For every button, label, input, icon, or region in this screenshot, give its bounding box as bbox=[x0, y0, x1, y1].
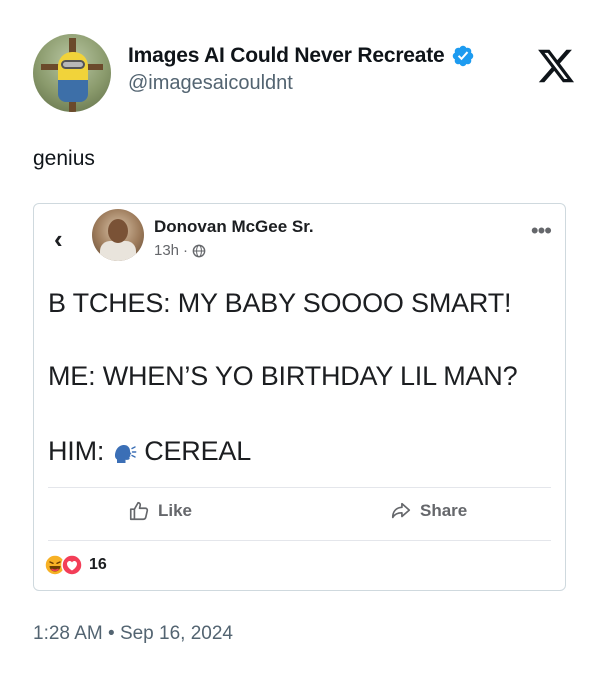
profile-avatar[interactable] bbox=[33, 34, 111, 112]
author-info: Images AI Could Never Recreate @imagesai… bbox=[128, 42, 475, 95]
verified-badge-icon bbox=[452, 45, 473, 67]
share-button[interactable]: Share bbox=[390, 500, 467, 522]
tweet-time: 1:28 AM bbox=[33, 623, 103, 644]
post-time[interactable]: 13h bbox=[154, 242, 179, 259]
post-line: B TCHES: MY BABY SOOOO SMART! bbox=[48, 288, 512, 318]
author-display-name[interactable]: Images AI Could Never Recreate bbox=[128, 44, 445, 68]
reaction-count: 16 bbox=[89, 556, 107, 573]
timestamp-separator: • bbox=[108, 623, 115, 644]
tweet-date: Sep 16, 2024 bbox=[119, 623, 233, 644]
x-logo-icon[interactable] bbox=[534, 46, 578, 86]
post-line-suffix: CEREAL bbox=[144, 436, 252, 466]
tweet-timestamp[interactable]: 1:28 AM • Sep 16, 2024 bbox=[33, 623, 233, 645]
meta-separator: · bbox=[183, 242, 189, 259]
thumbs-up-icon bbox=[129, 501, 149, 521]
globe-icon bbox=[192, 244, 206, 257]
share-label: Share bbox=[420, 501, 468, 520]
post-line: ME: WHEN’S YO BIRTHDAY LIL MAN? bbox=[48, 361, 518, 391]
post-line-last: HIM: CEREAL bbox=[48, 436, 251, 467]
divider bbox=[48, 540, 551, 541]
post-author-name[interactable]: Donovan McGee Sr. bbox=[154, 217, 314, 237]
author-handle[interactable]: @imagesaicouldnt bbox=[128, 72, 475, 95]
divider bbox=[48, 487, 551, 488]
embedded-facebook-post: ‹ Donovan McGee Sr. 13h · ••• B TCHES: M… bbox=[33, 203, 566, 591]
love-icon bbox=[61, 554, 83, 576]
post-author-avatar[interactable] bbox=[92, 209, 144, 261]
reaction-summary[interactable]: 16 bbox=[44, 554, 107, 576]
like-button[interactable]: Like bbox=[128, 500, 192, 522]
post-line-prefix: HIM: bbox=[48, 436, 105, 466]
like-label: Like bbox=[158, 501, 193, 520]
more-horizontal-icon[interactable]: ••• bbox=[531, 220, 552, 242]
share-arrow-icon bbox=[391, 502, 411, 519]
post-meta: 13h · bbox=[154, 242, 206, 259]
chevron-left-icon[interactable]: ‹ bbox=[54, 226, 63, 252]
tweet-header: Images AI Could Never Recreate @imagesai… bbox=[33, 34, 578, 114]
speaking-head-icon bbox=[115, 444, 137, 463]
tweet-text: genius bbox=[33, 147, 95, 170]
